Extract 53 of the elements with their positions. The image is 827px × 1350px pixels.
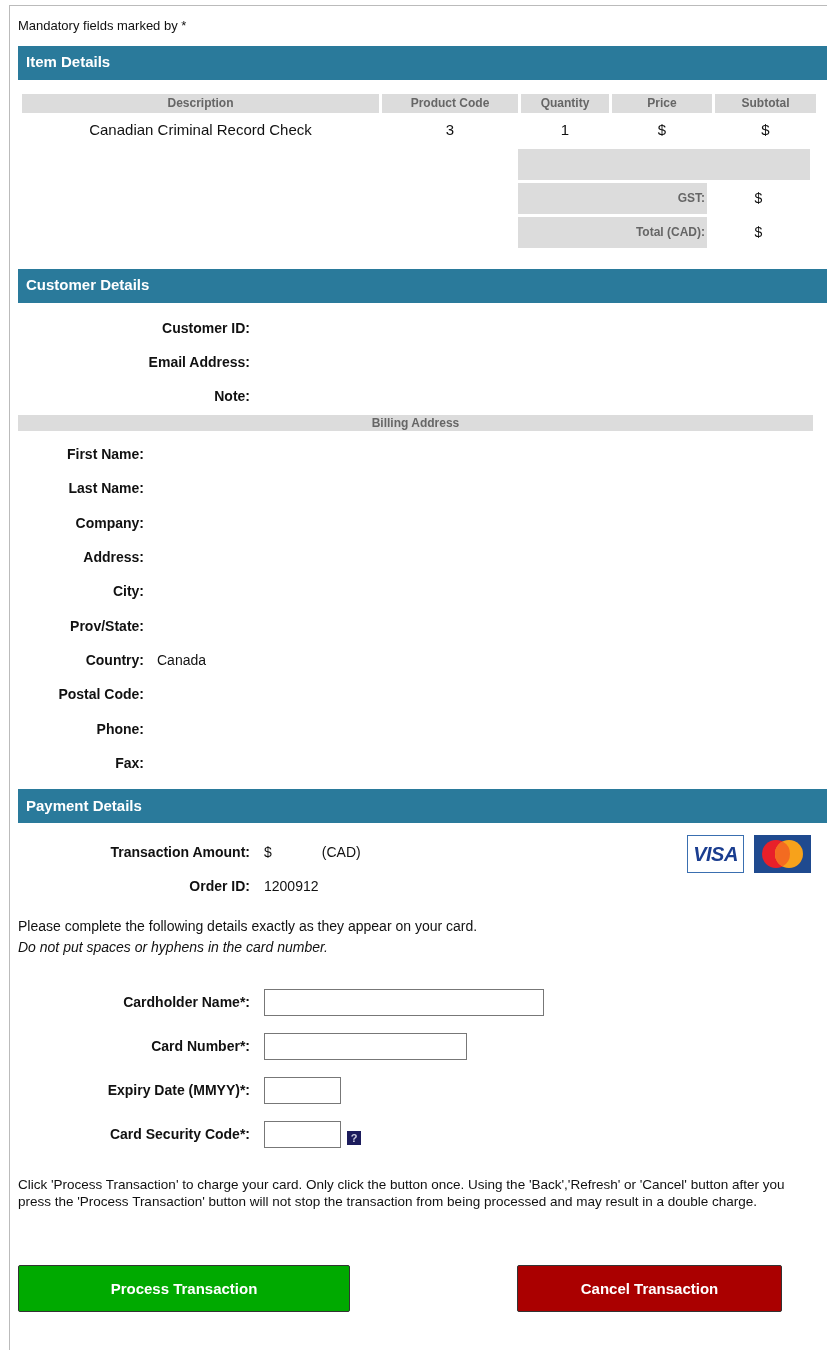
field-label: Note: bbox=[214, 387, 250, 406]
total-label: Total (CAD): bbox=[518, 216, 707, 248]
column-header: Quantity bbox=[521, 93, 609, 113]
field-label: Cardholder Name*: bbox=[123, 992, 250, 1012]
field-value: Canada bbox=[157, 650, 207, 670]
table-cell-text: Canadian Criminal Record Check bbox=[89, 120, 312, 141]
field-label: Expiry Date (MMYY)*: bbox=[107, 1080, 250, 1100]
field-label: Card Number*: bbox=[151, 1036, 250, 1056]
field-label: Phone: bbox=[96, 719, 144, 739]
mastercard-icon bbox=[754, 835, 811, 874]
field-label: Email Address: bbox=[148, 353, 250, 372]
warning-text: Click 'Process Transaction' to charge your card. Only click the button once. Using the 'Back','Refresh' or 'Cancel' button after you press the 'Process Transaction' button will not stop the transaction from being processed and may result in a double charge. bbox=[18, 1176, 786, 1211]
column-header: Description bbox=[22, 93, 379, 113]
instructions-note: Do not put spaces or hyphens in the card number. bbox=[18, 938, 329, 958]
field-label: Address: bbox=[83, 548, 144, 568]
field-value: 1200912 bbox=[264, 876, 319, 896]
field-label: Fax: bbox=[115, 753, 144, 773]
field-label: Postal Code: bbox=[58, 685, 144, 705]
field-label: Company: bbox=[75, 513, 144, 533]
field-label: Last Name: bbox=[68, 479, 144, 499]
column-header: Price bbox=[612, 93, 712, 113]
input-field[interactable] bbox=[264, 1032, 467, 1060]
field-value: $ bbox=[264, 842, 272, 862]
section-header: Payment Details bbox=[18, 789, 827, 824]
table-cell-text: 1 bbox=[560, 120, 570, 141]
instructions-text: Please complete the following details exactly as they appear on your card. bbox=[18, 917, 479, 937]
field-label: First Name: bbox=[66, 445, 144, 465]
field-label: Country: bbox=[85, 650, 144, 670]
table-cell-text: 3 bbox=[445, 120, 455, 141]
column-header: Product Code bbox=[382, 93, 518, 113]
total-value: $ bbox=[754, 222, 763, 242]
table-cell-text: $ bbox=[761, 120, 770, 141]
total-value: $ bbox=[754, 188, 763, 208]
section-header: Item Details bbox=[18, 45, 827, 80]
column-header: Subtotal bbox=[715, 93, 816, 113]
input-field[interactable] bbox=[264, 988, 544, 1016]
field-label: City: bbox=[112, 582, 144, 602]
field-label: Prov/State: bbox=[70, 616, 144, 636]
field-label: Customer ID: bbox=[162, 319, 250, 338]
table-cell-text: $ bbox=[657, 120, 667, 141]
cancel-button[interactable]: Cancel Transaction bbox=[517, 1265, 782, 1313]
input-field[interactable] bbox=[264, 1076, 341, 1104]
visa-logo: VISA bbox=[687, 835, 744, 874]
currency-label: (CAD) bbox=[321, 842, 361, 862]
field-label: Card Security Code*: bbox=[109, 1124, 250, 1144]
billing-address-header: Billing Address bbox=[18, 414, 813, 431]
input-field[interactable] bbox=[264, 1120, 341, 1148]
field-label: Order ID: bbox=[189, 876, 250, 896]
help-button[interactable]: ? bbox=[347, 1131, 361, 1146]
field-label: Transaction Amount: bbox=[110, 842, 250, 862]
total-label: GST: bbox=[518, 182, 707, 214]
mandatory-note: Mandatory fields marked by * bbox=[18, 17, 188, 35]
section-header: Customer Details bbox=[18, 268, 827, 303]
